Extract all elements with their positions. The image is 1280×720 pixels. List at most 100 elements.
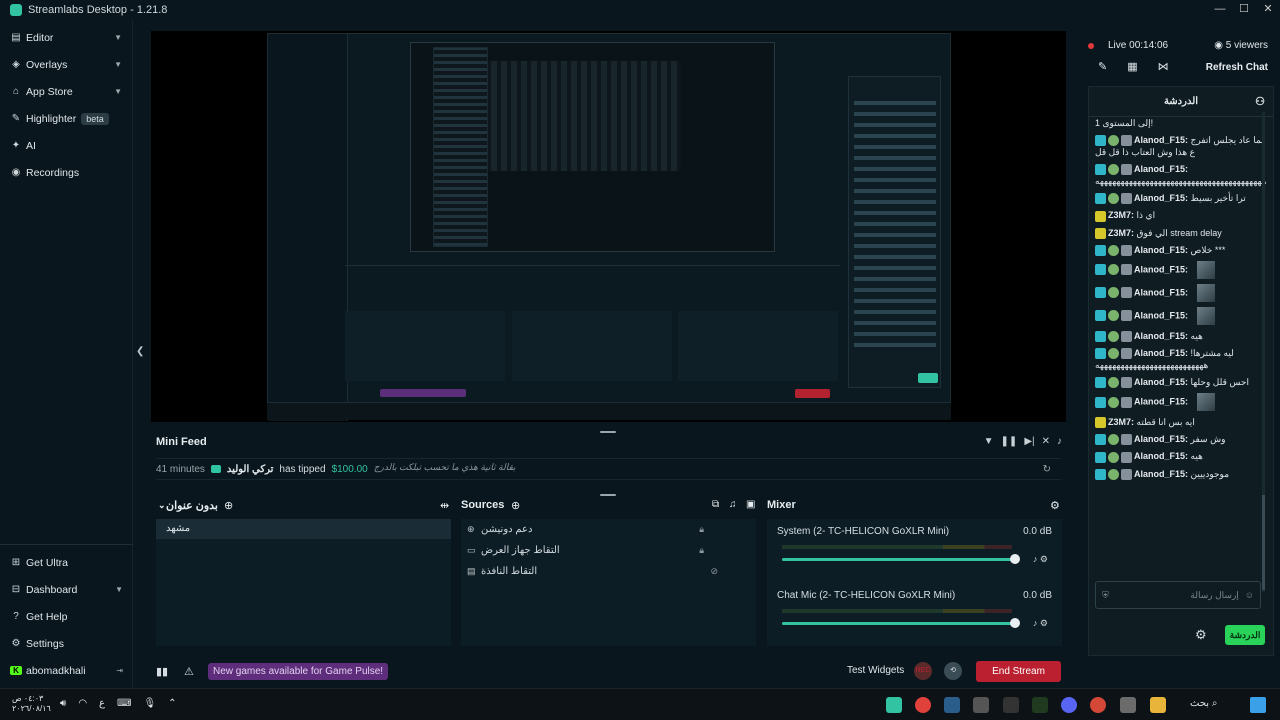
speaker-icon[interactable]: ♪ ⚙ (1033, 554, 1048, 565)
game-pulse-notice[interactable]: New games available for Game Pulse! (208, 663, 389, 680)
sidebar-item-account[interactable]: Kabomadkhali ⇥ (0, 657, 133, 684)
collapse-left-icon[interactable]: ❮ (136, 346, 144, 357)
refresh-chat-button[interactable]: Refresh Chat (1206, 62, 1268, 73)
chat-send-button[interactable]: الدردشة (1225, 625, 1265, 645)
chat-username[interactable]: Z3M7: (1108, 228, 1134, 238)
chat-username[interactable]: Alanod_F15: (1134, 264, 1188, 274)
close-icon[interactable]: ✕ (1256, 0, 1280, 20)
lock-icon[interactable]: 🔒︎ (699, 545, 704, 556)
resize-handle[interactable] (600, 494, 616, 496)
clock[interactable]: ٠٤:٠٣ ص ٢٠٢٦/٠٨/١٦ (12, 694, 51, 714)
scene-collection-chevron-icon[interactable]: ⌄ (158, 500, 166, 511)
tray-chevron-icon[interactable]: ⌃ (168, 698, 176, 709)
sidebar-item-highlighter[interactable]: ✎ Highlighter beta (0, 105, 132, 132)
chat-username[interactable]: Alanod_F15: (1134, 397, 1188, 407)
pause-icon[interactable]: ❚❚ (1001, 436, 1018, 447)
test-widgets-button[interactable]: Test Widgets (847, 665, 904, 676)
chrome-icon[interactable] (1090, 697, 1106, 713)
capture-icon[interactable] (1003, 697, 1019, 713)
volume-knob[interactable] (1010, 554, 1020, 564)
volume-icon[interactable]: 🔊︎ (60, 698, 66, 709)
chat-username[interactable]: Alanod_F15: (1134, 451, 1188, 461)
chat-username[interactable]: Alanod_F15: (1134, 310, 1188, 320)
chat-username[interactable]: Alanod_F15: (1134, 469, 1188, 479)
scenes-title[interactable]: بدون عنوان (166, 499, 218, 512)
end-stream-button[interactable]: End Stream (976, 661, 1061, 682)
chat-input[interactable]: ⛨ إرسال رسالة ☺ (1095, 581, 1261, 609)
mute-alerts-icon[interactable]: ✕ (1042, 436, 1050, 447)
sidebar-item-editor[interactable]: ▤ Editor ▼ (0, 24, 132, 51)
taskbar-search[interactable]: بحث ⌕ (1190, 698, 1217, 709)
chat-username[interactable]: Alanod_F15: (1134, 377, 1188, 387)
chat-settings-icon[interactable]: ⚙ (1195, 627, 1207, 643)
maximize-icon[interactable]: ☐ (1232, 0, 1256, 20)
speaker-icon[interactable]: ♪ ⚙ (1033, 618, 1048, 629)
source-item[interactable]: ▤ التقاط النافذة ⊘ (461, 561, 756, 582)
chat-image[interactable] (1196, 393, 1215, 412)
volume-slider[interactable] (782, 558, 1012, 561)
sidebar-item-dashboard[interactable]: ⊟ Dashboard ▼ (0, 576, 133, 603)
lock-icon[interactable]: 🔒︎ (699, 524, 704, 535)
sidebar-item-app-store[interactable]: ⌂ App Store ▼ (0, 78, 132, 105)
grid-icon[interactable]: ▦ (1127, 60, 1137, 73)
windows-start-icon[interactable] (1250, 697, 1266, 713)
chat-username[interactable]: Alanod_F15: (1134, 193, 1188, 203)
sidebar-item-get-ultra[interactable]: ⊞ Get Ultra (0, 549, 133, 576)
volume-slider[interactable] (782, 622, 1012, 625)
audio-settings-icon[interactable]: ♫ (729, 499, 737, 510)
language-indicator[interactable]: ع (99, 698, 105, 709)
sidebar-item-settings[interactable]: ⚙ Settings (0, 630, 133, 657)
chat-username[interactable]: Z3M7: (1108, 417, 1134, 427)
chat-username[interactable]: Alanod_F15: (1134, 164, 1188, 174)
discord-icon[interactable] (1061, 697, 1077, 713)
sidebar-item-ai[interactable]: ✦ AI (0, 132, 132, 159)
volume-knob[interactable] (1010, 618, 1020, 628)
alert-icon[interactable]: ⚠ (184, 665, 194, 678)
add-source-icon[interactable]: ⊕ (511, 499, 520, 512)
chat-username[interactable]: Alanod_F15: (1134, 135, 1188, 145)
chat-username[interactable]: Alanod_F15: (1134, 434, 1188, 444)
mixer-settings-icon[interactable]: ⚙ (1050, 499, 1060, 512)
scene-item[interactable]: مشهد (156, 519, 451, 539)
skip-icon[interactable]: ▶| (1024, 436, 1034, 447)
chat-username[interactable]: Z3M7: (1108, 210, 1134, 220)
minimize-icon[interactable]: — (1208, 0, 1232, 20)
replay-icon[interactable]: ↻ (1043, 464, 1051, 475)
sidebar-item-overlays[interactable]: ◈ Overlays ▼ (0, 51, 132, 78)
nvidia-icon[interactable] (1032, 697, 1048, 713)
store-icon[interactable] (1120, 697, 1136, 713)
chat-scroll-thumb[interactable] (1262, 495, 1265, 590)
stats-icon[interactable]: ▮▮ (156, 665, 168, 678)
logout-icon[interactable]: ⇥ (116, 666, 123, 675)
sidebar-item-get-help[interactable]: ? Get Help (0, 603, 133, 630)
rec-icon[interactable]: REC (914, 662, 932, 680)
sidebar-item-recordings[interactable]: ◉ Recordings (0, 159, 132, 186)
volume-icon[interactable]: ♪ (1057, 436, 1062, 447)
chat-image[interactable] (1196, 260, 1215, 279)
folder-icon[interactable] (1150, 697, 1166, 713)
share-icon[interactable]: ⋈ (1158, 60, 1169, 73)
chat-username[interactable]: Alanod_F15: (1134, 245, 1188, 255)
replay-buffer-icon[interactable]: ⟲ (944, 662, 962, 680)
chat-image[interactable] (1196, 283, 1215, 302)
streamlabs-taskbar-icon[interactable] (886, 697, 902, 713)
chrome-icon[interactable] (915, 697, 931, 713)
source-item[interactable]: ⊕ دعم دونيشن 🔒︎ (461, 519, 756, 540)
chat-username[interactable]: Alanod_F15: (1134, 287, 1188, 297)
mic-icon[interactable]: 🎙︎ (143, 698, 156, 709)
steam-icon[interactable] (944, 697, 960, 713)
filter-icon[interactable]: ▼ (984, 436, 994, 447)
chat-username[interactable]: Alanod_F15: (1134, 348, 1188, 358)
shield-icon[interactable]: ⛨ (1102, 590, 1109, 601)
app-icon[interactable] (973, 697, 989, 713)
source-layout-icon[interactable]: ⧉ (712, 499, 719, 510)
visibility-hidden-icon[interactable]: ⊘ (710, 566, 718, 577)
chat-username[interactable]: Alanod_F15: (1134, 331, 1188, 341)
emoji-icon[interactable]: ☺ (1245, 590, 1254, 600)
edit-icon[interactable]: ✎ (1098, 60, 1107, 73)
keyboard-icon[interactable]: ⌨ (117, 698, 131, 709)
scene-transition-icon[interactable]: ⇹ (440, 499, 449, 512)
chat-image[interactable] (1196, 306, 1215, 325)
wifi-icon[interactable]: ◠ (78, 698, 87, 709)
add-scene-icon[interactable]: ⊕ (224, 499, 233, 512)
